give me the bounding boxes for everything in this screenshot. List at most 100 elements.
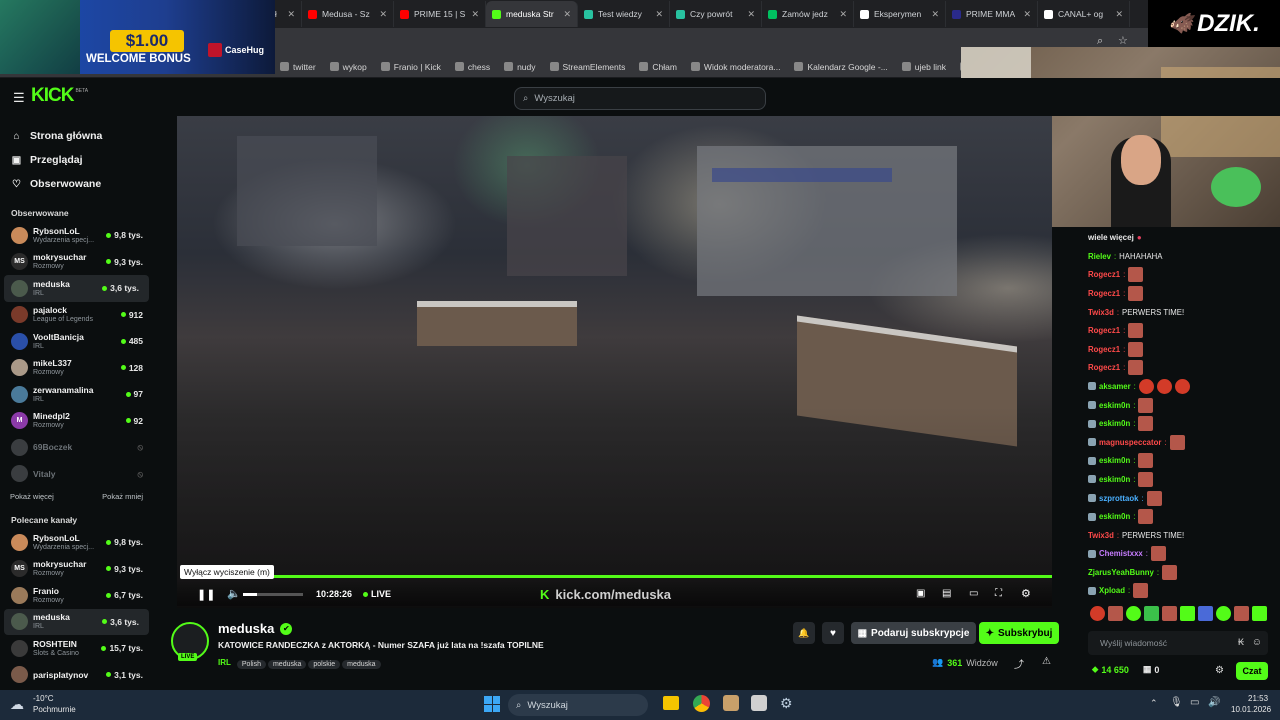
chat-username[interactable]: eskim0n — [1099, 419, 1130, 428]
bookmark-item[interactable]: Widok moderatora... — [690, 62, 780, 72]
tab-close-icon[interactable]: ✕ — [287, 9, 295, 20]
channel-item[interactable]: MS mokrysuchar Rozmowy 9,3 tys. — [0, 556, 153, 583]
chat-username[interactable]: Rogecz1 — [1088, 345, 1120, 354]
channel-item[interactable]: ROSHTEIN Slots & Casino 15,7 tys. — [0, 635, 153, 662]
nav-item[interactable]: ▣ Przeglądaj — [0, 148, 153, 172]
chat-username[interactable]: aksamer — [1099, 382, 1131, 391]
chat-username[interactable]: eskim0n — [1099, 456, 1130, 465]
chat-username[interactable]: eskim0n — [1099, 401, 1130, 410]
volume-icon[interactable]: 🔈 — [227, 587, 241, 600]
channel-item[interactable]: zerwanamalina IRL 97 — [0, 381, 153, 408]
emote-picker-icon[interactable]: ☺ — [1252, 637, 1262, 648]
nav-item[interactable]: ♡ Obserwowane — [0, 172, 153, 196]
show-more-link[interactable]: Pokaż więcej — [10, 492, 54, 501]
channel-item[interactable]: meduska IRL 3,6 tys. — [4, 275, 149, 302]
windows-start-icon[interactable] — [484, 696, 500, 712]
gift-subscription-button[interactable]: ▦ Podaruj subskrypcje — [851, 622, 976, 644]
pause-icon[interactable]: ❚❚ — [197, 588, 215, 601]
chat-send-button[interactable]: Czat — [1236, 662, 1268, 680]
browser-tab[interactable]: PRIME 15 | S ✕ — [394, 1, 486, 27]
chat-username[interactable]: Twix3d — [1088, 308, 1114, 317]
tab-close-icon[interactable]: ✕ — [747, 9, 755, 20]
notifications-button[interactable]: 🔔 — [793, 622, 815, 644]
chat-username[interactable]: Rogecz1 — [1088, 326, 1120, 335]
bookmark-star-icon[interactable]: ☆ — [1118, 34, 1128, 47]
points-counter[interactable]: ⬥ 14 650 — [1092, 664, 1129, 675]
bookmark-item[interactable]: Kalendarz Google -... — [794, 62, 888, 72]
show-less-link[interactable]: Pokaż mniej — [102, 492, 143, 501]
tab-close-icon[interactable]: ✕ — [839, 9, 847, 20]
browser-tab[interactable]: Eksperymen ✕ — [854, 1, 946, 27]
chat-username[interactable]: Rielev — [1088, 252, 1111, 261]
chat-username[interactable]: Rogecz1 — [1088, 363, 1120, 372]
stream-tag[interactable]: meduska — [267, 660, 307, 669]
tab-close-icon[interactable]: ✕ — [1023, 9, 1031, 20]
settings-app-icon[interactable]: ⚙ — [780, 695, 793, 712]
channel-item-offline[interactable]: 69Boczek ⦸ — [0, 434, 153, 461]
share-icon[interactable]: ⤴ — [1014, 656, 1024, 671]
clock-date[interactable]: 10.01.2026 — [1231, 705, 1271, 714]
theater-mode-icon[interactable]: ▣ — [916, 588, 925, 599]
stream-tag[interactable]: Polish — [236, 660, 266, 669]
menu-icon[interactable]: ☰ — [13, 90, 25, 106]
bookmark-item[interactable]: StreamElements — [549, 62, 625, 72]
chat-username[interactable]: Twix3d — [1088, 531, 1114, 540]
clip-icon[interactable]: ▤ — [942, 588, 951, 599]
chat-username[interactable]: Rogecz1 — [1088, 289, 1120, 298]
channel-item[interactable]: MS mokrysuchar Rozmowy 9,3 tys. — [0, 249, 153, 276]
streamer-name[interactable]: meduska — [218, 621, 274, 636]
channel-item[interactable]: M Minedpl2 Rozmowy 92 — [0, 408, 153, 435]
chat-username[interactable]: Chemistxxx — [1099, 549, 1143, 558]
channel-item[interactable]: Franio Rozmowy 6,7 tys. — [0, 582, 153, 609]
channel-item[interactable]: RybsonLoL Wydarzenia specj... 9,8 tys. — [0, 529, 153, 556]
browser-tab[interactable]: Medusa - Sz ✕ — [302, 1, 394, 27]
chat-message-input[interactable]: Wyślij wiadomość ☺ ₭ — [1088, 631, 1268, 655]
app-icon-1[interactable] — [723, 695, 739, 711]
channel-item[interactable]: meduska IRL 3,6 tys. — [4, 608, 149, 635]
bookmark-item[interactable]: Chłam — [639, 62, 677, 72]
chrome-icon[interactable] — [693, 695, 710, 712]
browser-tab[interactable]: meduska Str ✕ — [486, 1, 578, 27]
channel-item[interactable]: pajalock League of Legends 912 — [0, 302, 153, 329]
browser-tab[interactable]: CANAL+ og ✕ — [1038, 1, 1130, 27]
bookmark-item[interactable]: Franio | Kick — [380, 62, 441, 72]
chat-username[interactable]: Xpload — [1099, 586, 1125, 595]
chat-username[interactable]: szprottaok — [1099, 494, 1138, 503]
browser-tab[interactable]: Zamów jedz ✕ — [762, 1, 854, 27]
microphone-icon[interactable]: 🎙 — [1170, 697, 1183, 708]
network-icon[interactable]: ▭ — [1190, 697, 1199, 708]
file-explorer-icon[interactable] — [663, 696, 679, 710]
taskbar-search[interactable]: ⌕ Wyszukaj — [508, 694, 648, 716]
gift-counter[interactable]: ▦ 0 — [1143, 664, 1160, 675]
volume-slider[interactable] — [243, 593, 303, 596]
chat-username[interactable]: Rogecz1 — [1088, 270, 1120, 279]
browser-tab[interactable]: Test wiedzy ✕ — [578, 1, 670, 27]
tab-close-icon[interactable]: ✕ — [655, 9, 663, 20]
nav-item[interactable]: ⌂ Strona główna — [0, 124, 153, 148]
report-icon[interactable]: ⚠ — [1042, 656, 1051, 667]
tab-close-icon[interactable]: ✕ — [563, 9, 571, 20]
fullscreen-icon[interactable]: ⛶ — [995, 588, 1002, 599]
app-icon-2[interactable] — [751, 695, 767, 711]
chat-username[interactable]: magnuspeccator — [1099, 438, 1161, 447]
tab-close-icon[interactable]: ✕ — [379, 9, 387, 20]
settings-icon[interactable]: ⚙ — [1021, 587, 1031, 600]
kick-emote-icon[interactable]: ₭ — [1238, 637, 1244, 647]
speaker-icon[interactable]: 🔊 — [1208, 697, 1220, 708]
bookmark-item[interactable]: nudy — [504, 62, 536, 72]
stream-category[interactable]: IRL — [218, 658, 231, 667]
channel-item[interactable]: mikeL337 Rozmowy 128 — [0, 355, 153, 382]
clock-time[interactable]: 21:53 — [1248, 694, 1268, 703]
search-input[interactable]: ⌕ Wyszukaj — [514, 87, 766, 110]
miniplayer-icon[interactable]: ▭ — [969, 588, 978, 599]
tab-close-icon[interactable]: ✕ — [1115, 9, 1123, 20]
stream-tag[interactable]: meduska — [342, 660, 381, 669]
channel-item[interactable]: VooltBanicja IRL 485 — [0, 328, 153, 355]
kick-logo[interactable]: KICK BETA — [31, 84, 88, 108]
channel-item[interactable]: RybsonLoL Wydarzenia specj... 9,8 tys. — [0, 222, 153, 249]
video-player[interactable] — [177, 116, 1052, 608]
browser-tab[interactable]: Czy powrót ✕ — [670, 1, 762, 27]
bookmark-item[interactable]: ujeb link — [901, 62, 946, 72]
channel-item[interactable]: parisplatynov 3,1 tys. — [0, 662, 153, 689]
tray-chevron-icon[interactable]: ⌃ — [1150, 698, 1158, 709]
